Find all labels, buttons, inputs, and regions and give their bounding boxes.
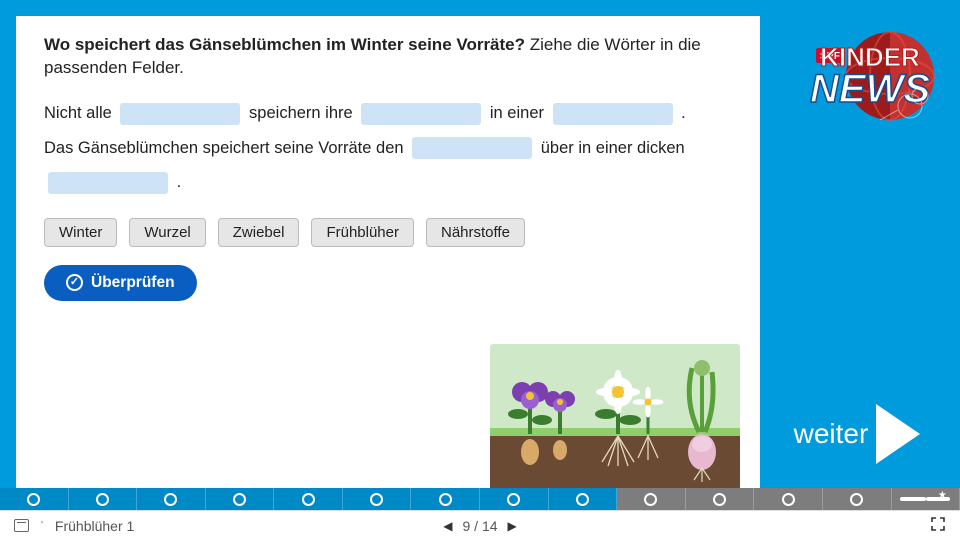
progress-step-7[interactable] [411, 488, 480, 510]
question-text: Wo speichert das Gänseblümchen im Winter… [44, 34, 732, 80]
star-icon: ★ [938, 490, 947, 501]
page-current: 9 [462, 518, 470, 534]
blank-slot-5[interactable] [48, 172, 168, 194]
progress-dot-icon [644, 493, 657, 506]
draggable-word[interactable]: Zwiebel [218, 218, 300, 247]
fullscreen-button[interactable] [930, 516, 946, 535]
blank-slot-1[interactable] [120, 103, 240, 125]
progress-dot-icon [782, 493, 795, 506]
srf-kinder-news-logo: SRF KINDER NEWS [770, 20, 950, 140]
check-label: Überprüfen [91, 274, 175, 292]
play-icon [876, 404, 920, 464]
progress-step-3[interactable] [137, 488, 206, 510]
svg-text:NEWS: NEWS [810, 67, 930, 111]
cloze-text: Nicht alle speichern ihre in einer . Das… [44, 96, 732, 200]
progress-dot-icon [96, 493, 109, 506]
progress-step-1[interactable] [0, 488, 69, 510]
draggable-word[interactable]: Nährstoffe [426, 218, 525, 247]
progress-step-4[interactable] [206, 488, 275, 510]
right-panel: SRF KINDER NEWS weiter [760, 14, 960, 510]
cloze-fragment: . [681, 104, 686, 122]
progress-dot-icon [576, 493, 589, 506]
plants-illustration [490, 344, 740, 494]
next-label: weiter [794, 418, 869, 450]
blank-slot-4[interactable] [412, 137, 532, 159]
draggable-word[interactable]: Winter [44, 218, 117, 247]
progress-bar: ★ [0, 488, 960, 510]
prev-page-button[interactable]: ◀ [443, 519, 452, 533]
blank-slot-2[interactable] [361, 103, 481, 125]
exercise-panel: Wo speichert das Gänseblümchen im Winter… [14, 14, 760, 510]
check-icon: ✓ [66, 274, 83, 291]
footer-bar: ' Frühblüher 1 ◀ 9 / 14 ▶ [0, 510, 960, 540]
page-indicator: ◀ 9 / 14 ▶ [443, 518, 517, 534]
progress-dot-icon [370, 493, 383, 506]
progress-step-8[interactable] [480, 488, 549, 510]
quote-icon: ' [41, 520, 43, 531]
cloze-fragment: in einer [490, 104, 549, 122]
draggable-word[interactable]: Wurzel [129, 218, 205, 247]
progress-step-2[interactable] [69, 488, 138, 510]
progress-step-6[interactable] [343, 488, 412, 510]
progress-step-5[interactable] [274, 488, 343, 510]
word-bank: Winter Wurzel Zwiebel Frühblüher Nährsto… [44, 218, 732, 247]
cloze-fragment: speichern ihre [249, 104, 357, 122]
lesson-title: Frühblüher 1 [55, 518, 134, 534]
progress-dot-icon [439, 493, 452, 506]
cloze-fragment: über in einer dicken [541, 139, 685, 157]
progress-dot-icon [850, 493, 863, 506]
progress-step-12[interactable] [754, 488, 823, 510]
page-sep: / [470, 518, 482, 534]
progress-dot-icon [302, 493, 315, 506]
progress-step-11[interactable] [686, 488, 755, 510]
page-total: 14 [482, 518, 498, 534]
cloze-fragment: Das Gänseblümchen speichert seine Vorrät… [44, 139, 408, 157]
progress-step-10[interactable] [617, 488, 686, 510]
blank-slot-3[interactable] [553, 103, 673, 125]
progress-step-9[interactable] [549, 488, 618, 510]
check-button[interactable]: ✓ Überprüfen [44, 265, 197, 301]
question-bold: Wo speichert das Gänseblümchen im Winter… [44, 35, 525, 54]
draggable-word[interactable]: Frühblüher [311, 218, 414, 247]
document-icon[interactable] [14, 519, 29, 532]
progress-step-13[interactable] [823, 488, 892, 510]
cloze-fragment: . [177, 173, 182, 191]
next-page-button[interactable]: ▶ [508, 519, 517, 533]
progress-dot-icon [27, 493, 40, 506]
cloze-fragment: Nicht alle [44, 104, 116, 122]
progress-dot-icon [507, 493, 520, 506]
progress-dot-icon [164, 493, 177, 506]
progress-dot-icon [713, 493, 726, 506]
progress-dot-icon [233, 493, 246, 506]
next-button[interactable]: weiter [794, 404, 921, 464]
progress-step-14[interactable]: ★ [892, 488, 960, 510]
